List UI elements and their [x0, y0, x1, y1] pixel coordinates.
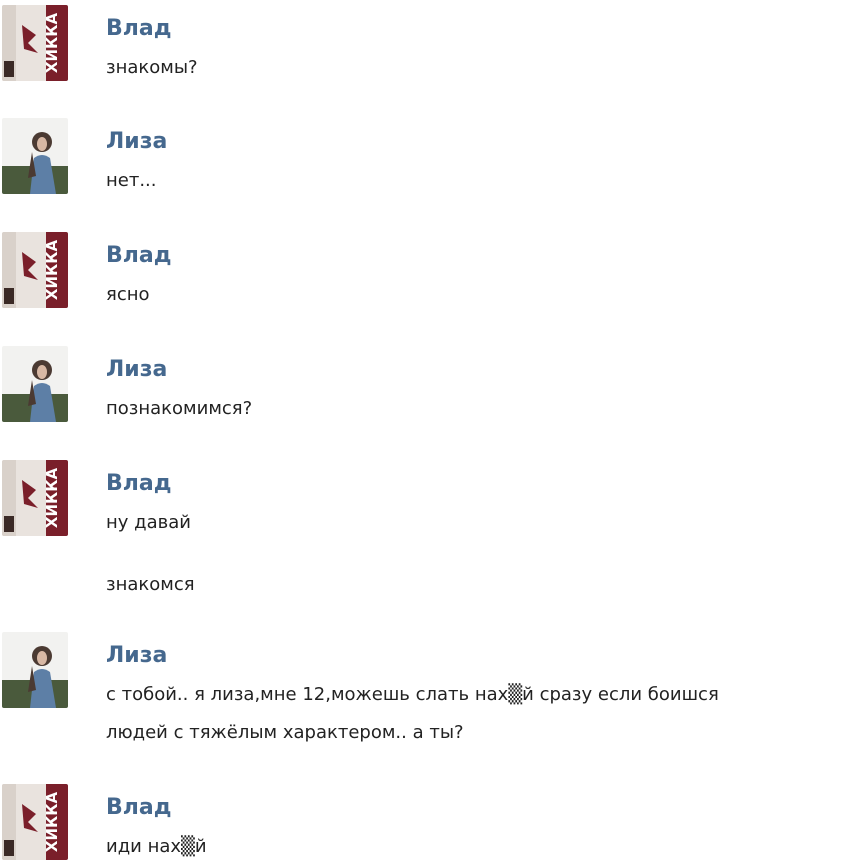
author-name[interactable]: Влад — [106, 795, 172, 820]
vlad-avatar-icon[interactable]: ХИККА — [2, 460, 68, 536]
author-name[interactable]: Лиза — [106, 357, 167, 382]
liza-avatar-icon[interactable] — [2, 632, 68, 708]
message-text: людей с тяжёлым характером.. а ты? — [106, 722, 464, 743]
author-name[interactable]: Влад — [106, 243, 172, 268]
author-name[interactable]: Влад — [106, 16, 172, 41]
message-text: знакомся — [106, 574, 195, 595]
liza-avatar-icon[interactable] — [2, 118, 68, 194]
vlad-avatar-icon[interactable]: ХИККА — [2, 784, 68, 860]
liza-avatar-icon[interactable] — [2, 346, 68, 422]
svg-text:ХИККА: ХИККА — [43, 467, 61, 528]
message-text: нет... — [106, 170, 157, 191]
message-text: ну давай — [106, 512, 191, 533]
vlad-avatar-icon[interactable]: ХИККА — [2, 5, 68, 81]
message-text: знакомы? — [106, 57, 198, 78]
svg-text:ХИККА: ХИККА — [43, 239, 61, 300]
author-name[interactable]: Влад — [106, 471, 172, 496]
message-text: ясно — [106, 284, 150, 305]
message-text: познакомимся? — [106, 398, 253, 419]
author-name[interactable]: Лиза — [106, 129, 167, 154]
vlad-avatar-icon[interactable]: ХИККА — [2, 232, 68, 308]
message-text: иди нах▒й — [106, 836, 207, 857]
author-name[interactable]: Лиза — [106, 643, 167, 668]
svg-text:ХИККА: ХИККА — [43, 791, 61, 852]
svg-text:ХИККА: ХИККА — [43, 12, 61, 73]
message-text: с тобой.. я лиза,мне 12,можешь слать нах… — [106, 684, 719, 705]
